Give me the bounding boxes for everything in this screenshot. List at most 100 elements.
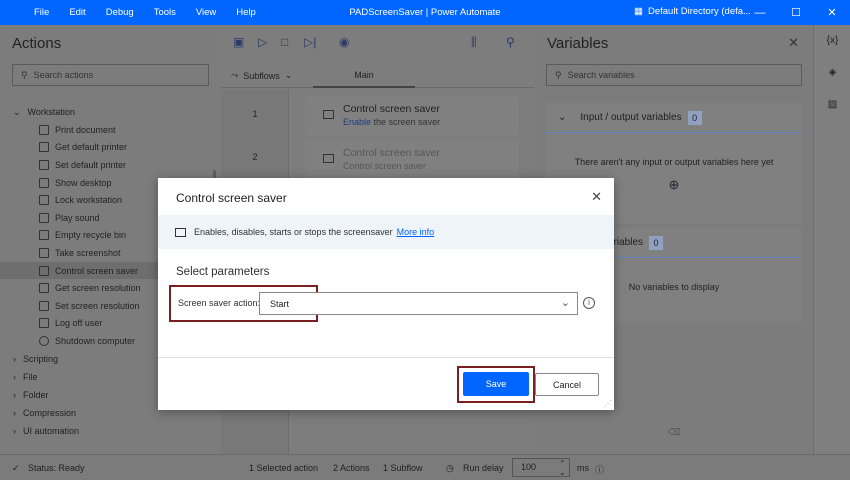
control-screen-saver-dialog: Control screen saver ✕ Enables, disables… — [158, 178, 614, 410]
unit-label: ms — [577, 463, 589, 473]
menu-file[interactable]: File — [24, 7, 59, 18]
building-icon: ▦ — [634, 6, 643, 17]
image-icon — [175, 227, 186, 237]
cancel-button[interactable]: Cancel — [535, 373, 599, 396]
actions-title: Actions — [12, 35, 62, 52]
more-info-link[interactable]: More info — [397, 227, 435, 237]
library-icon[interactable]: ⫼ — [471, 35, 477, 50]
eraser-icon[interactable]: ⌫ — [668, 427, 681, 438]
step-subtitle: Enable the screen saver — [343, 117, 441, 127]
step-title: Control screen saver — [343, 103, 440, 115]
minimize-button[interactable]: — — [742, 0, 778, 25]
flow-count-badge: 0 — [649, 235, 664, 250]
menu-edit[interactable]: Edit — [59, 7, 95, 18]
variables-icon[interactable]: {x} — [814, 35, 850, 46]
flow-step-1[interactable]: Control screen saver Enable the screen s… — [305, 96, 518, 136]
flow-toolbar: ▣ ▷ □ ▷| ◉ ⫼ ⚲ — [221, 25, 534, 60]
power-icon — [39, 335, 49, 346]
dialog-description: Enables, disables, starts or stops the s… — [194, 227, 393, 237]
window-controls: — ☐ ✕ — [742, 0, 850, 25]
menu-view[interactable]: View — [186, 7, 226, 18]
actions-count: 2 Actions — [333, 463, 370, 473]
title-bar: File Edit Debug Tools View Help PADScree… — [0, 0, 850, 25]
save-icon[interactable]: ▣ — [233, 35, 244, 49]
subflow-icon: ⤳ — [231, 70, 239, 80]
image-icon — [323, 110, 334, 119]
record-icon[interactable]: ◉ — [339, 35, 349, 49]
info-icon[interactable]: i — [583, 297, 595, 309]
variables-title: Variables — [547, 35, 609, 52]
directory-selector[interactable]: ▦ Default Directory (defa... — [634, 6, 751, 17]
menu-debug[interactable]: Debug — [96, 7, 144, 18]
io-variables-header[interactable]: ⌄ Input / output variables 0 — [546, 103, 802, 133]
action-print-document[interactable]: Print document — [0, 121, 221, 139]
dialog-divider — [158, 357, 614, 358]
search-variables-input[interactable]: ⚲ Search variables — [546, 64, 802, 86]
menu-help[interactable]: Help — [226, 7, 266, 18]
search-actions-placeholder: Search actions — [33, 70, 94, 80]
action-set-default-printer[interactable]: Set default printer — [0, 156, 221, 174]
monitor-icon — [39, 177, 49, 188]
lock-icon — [39, 195, 49, 206]
action-get-default-printer[interactable]: Get default printer — [0, 139, 221, 157]
image-icon — [39, 265, 49, 276]
spinner-icon[interactable]: ⌃ ⌄ — [559, 459, 566, 477]
layers-icon[interactable]: ◈ — [814, 67, 850, 78]
group-ui-automation[interactable]: › UI automation — [0, 422, 221, 440]
chevron-down-icon: ⌄ — [558, 112, 567, 123]
step-icon[interactable]: ▷| — [304, 35, 316, 49]
image-icon — [323, 154, 334, 163]
printer-icon — [39, 124, 49, 135]
step-subtitle: Control screen saver — [343, 161, 427, 171]
info-icon[interactable]: ⓘ — [595, 463, 604, 476]
line-number: 2 — [252, 152, 258, 162]
flow-tabs: ⤳ Subflows ⌄ Main — [221, 62, 534, 88]
status-text: Status: Ready — [28, 463, 85, 473]
menu-bar: File Edit Debug Tools View Help — [24, 7, 266, 18]
chevron-down-icon: ⌄ — [13, 106, 21, 117]
io-empty-message: There aren't any input or output variabl… — [574, 157, 774, 167]
selected-value: Start — [270, 298, 290, 309]
save-button[interactable]: Save — [463, 372, 529, 396]
screen-saver-action-select[interactable]: Start ⌄ — [259, 292, 578, 315]
close-window-button[interactable]: ✕ — [814, 0, 850, 25]
side-icon-strip: {x} ◈ ▨ — [813, 25, 850, 454]
status-ok-icon: ✓ — [12, 463, 20, 473]
chevron-right-icon: › — [13, 353, 16, 364]
monitor-icon — [39, 283, 49, 294]
monitor-icon — [39, 300, 49, 311]
logoff-icon — [39, 318, 49, 329]
speaker-icon — [39, 212, 49, 223]
menu-tools[interactable]: Tools — [144, 7, 186, 18]
dialog-title: Control screen saver — [176, 191, 287, 205]
stop-icon[interactable]: □ — [281, 35, 288, 49]
close-icon[interactable]: ✕ — [591, 189, 602, 205]
chevron-down-icon: ⌄ — [284, 70, 293, 80]
group-workstation[interactable]: ⌄ Workstation — [0, 103, 221, 121]
maximize-button[interactable]: ☐ — [778, 0, 814, 25]
chevron-right-icon: › — [13, 425, 16, 436]
search-actions-input[interactable]: ⚲ Search actions — [12, 64, 209, 86]
tab-main[interactable]: Main — [313, 62, 415, 88]
chevron-right-icon: › — [13, 407, 16, 418]
dialog-info-bar: Enables, disables, starts or stops the s… — [158, 215, 614, 249]
chevron-down-icon: ⌄ — [560, 297, 570, 309]
camera-icon — [39, 247, 49, 258]
image-icon[interactable]: ▨ — [814, 99, 850, 110]
run-icon[interactable]: ▷ — [258, 35, 267, 49]
selected-count: 1 Selected action — [249, 463, 319, 473]
run-delay-label: Run delay — [463, 463, 504, 473]
flow-step-2[interactable]: Control screen saver Control screen save… — [305, 140, 518, 180]
close-icon[interactable]: ✕ — [788, 35, 799, 51]
status-bar: ✓ Status: Ready 1 Selected action 2 Acti… — [0, 454, 850, 480]
subflows-dropdown[interactable]: ⤳ Subflows ⌄ — [231, 70, 292, 81]
line-number: 1 — [252, 109, 258, 119]
search-icon: ⚲ — [555, 69, 562, 80]
directory-label: Default Directory (defa... — [647, 6, 751, 17]
resize-grip-icon[interactable]: ⋰ — [604, 399, 612, 408]
chevron-right-icon: › — [13, 389, 16, 400]
subflow-count: 1 Subflow — [383, 463, 423, 473]
printer-icon — [39, 159, 49, 170]
search-flow-icon[interactable]: ⚲ — [506, 35, 515, 49]
step-title: Control screen saver — [343, 147, 440, 159]
